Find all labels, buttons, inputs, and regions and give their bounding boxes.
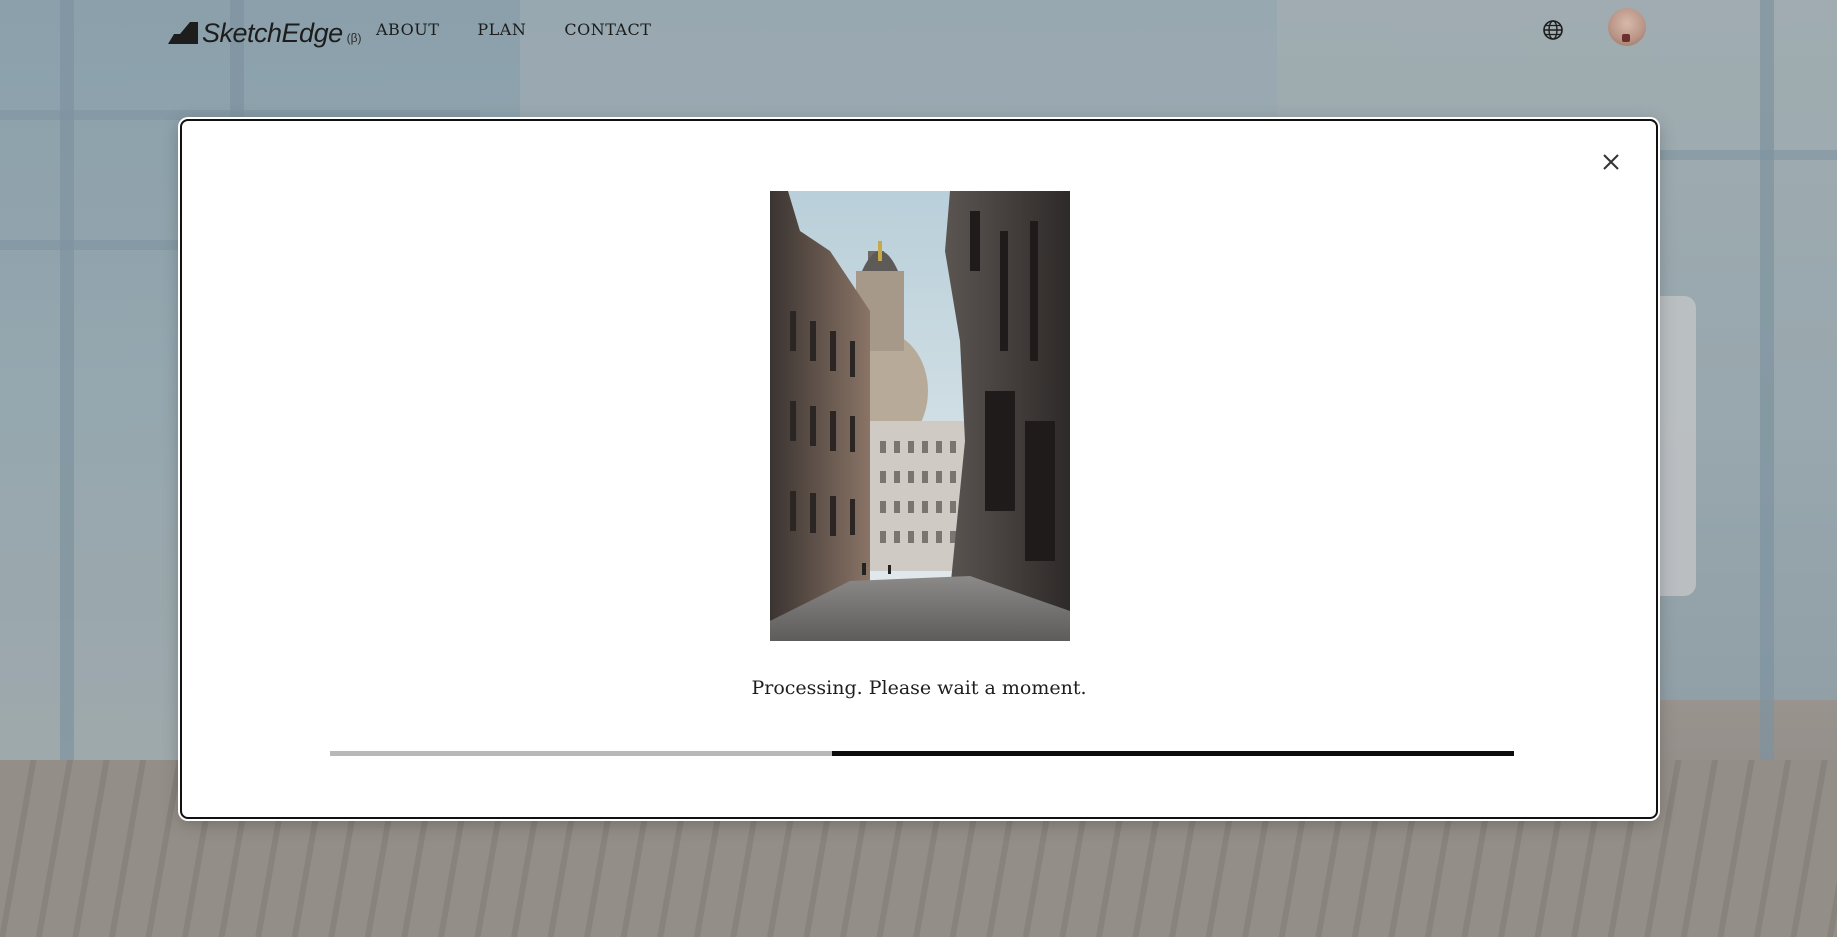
brand-logo[interactable]: SketchEdge (β) xyxy=(168,14,362,48)
close-icon[interactable] xyxy=(1596,147,1626,177)
main-nav: ABOUT PLAN CONTACT xyxy=(376,20,651,39)
progress-bar xyxy=(330,751,1514,756)
street-photo-image xyxy=(770,191,1070,641)
nav-item-contact[interactable]: CONTACT xyxy=(564,20,651,39)
globe-icon[interactable] xyxy=(1542,19,1564,41)
nav-item-plan[interactable]: PLAN xyxy=(477,20,526,39)
brand-beta-tag: (β) xyxy=(346,31,362,45)
nav-item-about[interactable]: ABOUT xyxy=(376,20,439,39)
street-photo xyxy=(770,191,1070,641)
processing-modal: Processing. Please wait a moment. xyxy=(180,119,1658,819)
avatar[interactable] xyxy=(1608,8,1646,46)
brand-name: SketchEdge xyxy=(202,18,343,48)
processing-status-text: Processing. Please wait a moment. xyxy=(751,677,1087,699)
progress-bar-fill xyxy=(832,751,1514,756)
site-header: SketchEdge (β) ABOUT PLAN CONTACT xyxy=(0,0,1837,60)
logo-mark-icon xyxy=(168,22,198,44)
